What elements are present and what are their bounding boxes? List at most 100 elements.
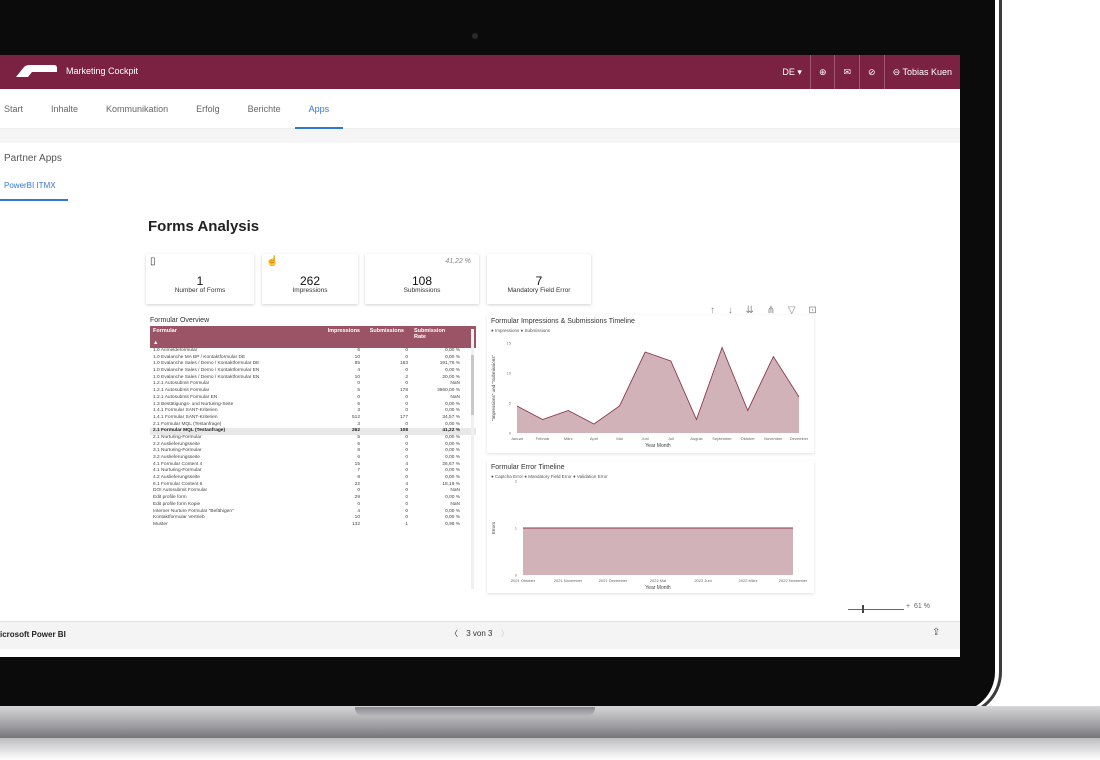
cell-submissions: 0: [405, 455, 408, 460]
table-row[interactable]: 3.2 Auslieferungsseite 6 0 0,00 %: [150, 455, 476, 462]
cell-impressions: 5: [357, 434, 360, 440]
tab-berichte[interactable]: Berichte: [234, 89, 295, 129]
cell-submissions: 177: [399, 414, 408, 420]
table-row[interactable]: 2.1 Formular MQL (Testanfrage) 262 108 41,2…: [150, 428, 476, 435]
col-impressions[interactable]: Impressions: [328, 328, 360, 334]
top-bar-actions: DE ▾ ⊕ ✉ ⊘ ⊖ Tobias Kuen: [774, 55, 960, 89]
table-row[interactable]: Edit profile form 29 0 0,00 %: [150, 495, 476, 502]
table-row[interactable]: 4.2 Auslieferungsseite 8 0 0,00 %: [150, 475, 476, 482]
x-tick-label: 2021 November: [554, 578, 583, 583]
cell-rate: NaN: [450, 501, 460, 507]
x-tick-label: Mai: [616, 436, 623, 441]
table-header: Formular Impressions Submissions Submiss…: [150, 326, 476, 348]
submission-rate: 41,22 %: [445, 258, 471, 265]
x-tick-label: Januar: [511, 436, 524, 441]
logo-icon[interactable]: [14, 63, 58, 79]
tab-inhalte[interactable]: Inhalte: [37, 89, 92, 129]
camera: [472, 33, 478, 39]
sort-icon[interactable]: ▲: [153, 340, 158, 346]
cell-formular: 3.2 Auslieferungsseite: [153, 455, 200, 460]
cell-formular: 1.0 Anmeldeformular: [153, 348, 198, 353]
cell-rate: 0,00 %: [445, 448, 460, 454]
cell-submissions: 108: [399, 428, 408, 434]
x-tick-label: 2022 Mai: [650, 578, 667, 583]
x-tick-label: August: [690, 436, 703, 441]
x-tick-label: Februar: [536, 436, 551, 441]
col-submissions[interactable]: Submissions: [370, 328, 404, 334]
cell-rate: 0,00 %: [445, 455, 460, 460]
user-menu[interactable]: ⊖ Tobias Kuen: [883, 55, 960, 89]
page-indicator: 3 von 3: [466, 629, 493, 638]
language-dropdown[interactable]: DE ▾: [774, 55, 810, 89]
share-icon[interactable]: ⇪: [932, 627, 940, 638]
cell-impressions: 10: [354, 515, 360, 521]
cell-rate: 0,00 %: [445, 434, 460, 440]
table-row[interactable]: Kontaktformular Vertrieb 10 0 0,00 %: [150, 515, 476, 522]
x-tick-label: 2021 Dezember: [599, 578, 628, 583]
tab-start[interactable]: Start: [0, 89, 37, 129]
tab-apps[interactable]: Apps: [294, 89, 344, 129]
cell-submissions: 0: [405, 501, 408, 507]
x-tick-label: April: [590, 436, 598, 441]
col-formular[interactable]: Formular: [153, 328, 177, 334]
table-row[interactable]: 1.2.1 Autosubmit Formular EN 0 0 NaN: [150, 395, 476, 402]
table-row[interactable]: 3.1 Nurturing-Formular 8 0 0,00 %: [150, 448, 476, 455]
cell-submissions: 0: [405, 515, 408, 521]
cell-impressions: 0: [357, 501, 360, 507]
table-row[interactable]: 1.0 Evalanche Sales / Demo / Kontaktform…: [150, 368, 476, 375]
laptop-shadow: [0, 738, 1100, 760]
page-navigator: 〈 3 von 3 〉: [450, 628, 509, 639]
table-row[interactable]: 1.4.1 Formular SANT-Kriterien 512 177 34,57…: [150, 415, 476, 422]
form-icon: ▯: [150, 256, 156, 267]
globe-icon[interactable]: ⊕: [809, 55, 835, 89]
zoom-slider-track[interactable]: [848, 609, 904, 610]
kpi-value: 1: [196, 274, 204, 288]
table-row[interactable]: 1.2.1 Autosubmit Formular 5 178 3560,00 %: [150, 388, 476, 395]
cell-rate: 0,00 %: [445, 475, 460, 481]
table-row[interactable]: Muster 132 1 0,98 %: [150, 522, 476, 529]
cell-rate: 3560,00 %: [437, 388, 460, 394]
x-tick-label: September: [712, 436, 732, 441]
table-scroll-thumb[interactable]: [471, 355, 474, 415]
subtab-powerbi[interactable]: PowerBI ITMX: [0, 175, 68, 201]
x-tick-label: 2022 Juni: [694, 578, 711, 583]
kpi-label: Submissions: [403, 287, 441, 294]
cell-formular: Edit profile form: [153, 495, 187, 501]
cell-submissions: 0: [405, 348, 408, 353]
app-title: Marketing Cockpit: [66, 66, 139, 76]
table-row[interactable]: 2.1 Nurturing-Formular 5 0 0,00 %: [150, 435, 476, 442]
cell-submissions: 0: [405, 394, 408, 400]
table-row[interactable]: DOI Autosubmit Formular 0 0 NaN: [150, 488, 476, 495]
divider-band: [0, 129, 960, 143]
y-tick-label: 0: [515, 573, 518, 578]
laptop-mockup: Marketing Cockpit DE ▾ ⊕ ✉ ⊘ ⊖ Tobias Ku…: [0, 0, 1100, 760]
x-tick-label: Dezember: [790, 436, 809, 441]
next-page-button[interactable]: 〉: [501, 629, 509, 638]
cell-formular: 2.1 Nurturing-Formular: [153, 434, 202, 440]
x-tick-label: November: [764, 436, 783, 441]
col-rate[interactable]: Submission Rate: [414, 328, 454, 340]
table-title: Formular Overview: [150, 317, 210, 324]
y-axis-label: Errors: [491, 521, 496, 534]
kpi-card-forms: ▯ 1 Number of Forms: [146, 254, 254, 304]
table-row[interactable]: 1.4.1 Formular SANT-Kriterien 3 0 0,00 %: [150, 408, 476, 415]
table-row[interactable]: Edit profile form Kopie 0 0 NaN: [150, 502, 476, 509]
cell-impressions: 6: [357, 348, 360, 353]
tab-kommunikation[interactable]: Kommunikation: [92, 89, 182, 129]
top-bar: Marketing Cockpit DE ▾ ⊕ ✉ ⊘ ⊖ Tobias Ku…: [0, 55, 960, 89]
cell-submissions: 0: [405, 495, 408, 501]
prev-page-button[interactable]: 〈: [450, 629, 458, 638]
kpi-label: Number of Forms: [174, 287, 226, 294]
x-tick-label: 2021 Oktober: [511, 578, 536, 583]
y-tick-label: 5: [509, 401, 512, 406]
tab-erfolg[interactable]: Erfolg: [182, 89, 234, 129]
y-tick-label: 0: [509, 431, 512, 436]
mail-icon[interactable]: ✉: [834, 55, 859, 89]
kpi-value: 262: [299, 274, 321, 288]
click-icon: ☝: [266, 256, 279, 267]
table-row[interactable]: 1.0 Anmeldeformular 6 0 0,00 %: [150, 348, 476, 355]
cell-formular: 3.1 Nurturing-Formular: [153, 448, 202, 454]
zoom-slider-knob[interactable]: [862, 605, 864, 613]
help-icon[interactable]: ⊘: [859, 55, 884, 89]
cell-rate: 0,00 %: [445, 348, 460, 353]
